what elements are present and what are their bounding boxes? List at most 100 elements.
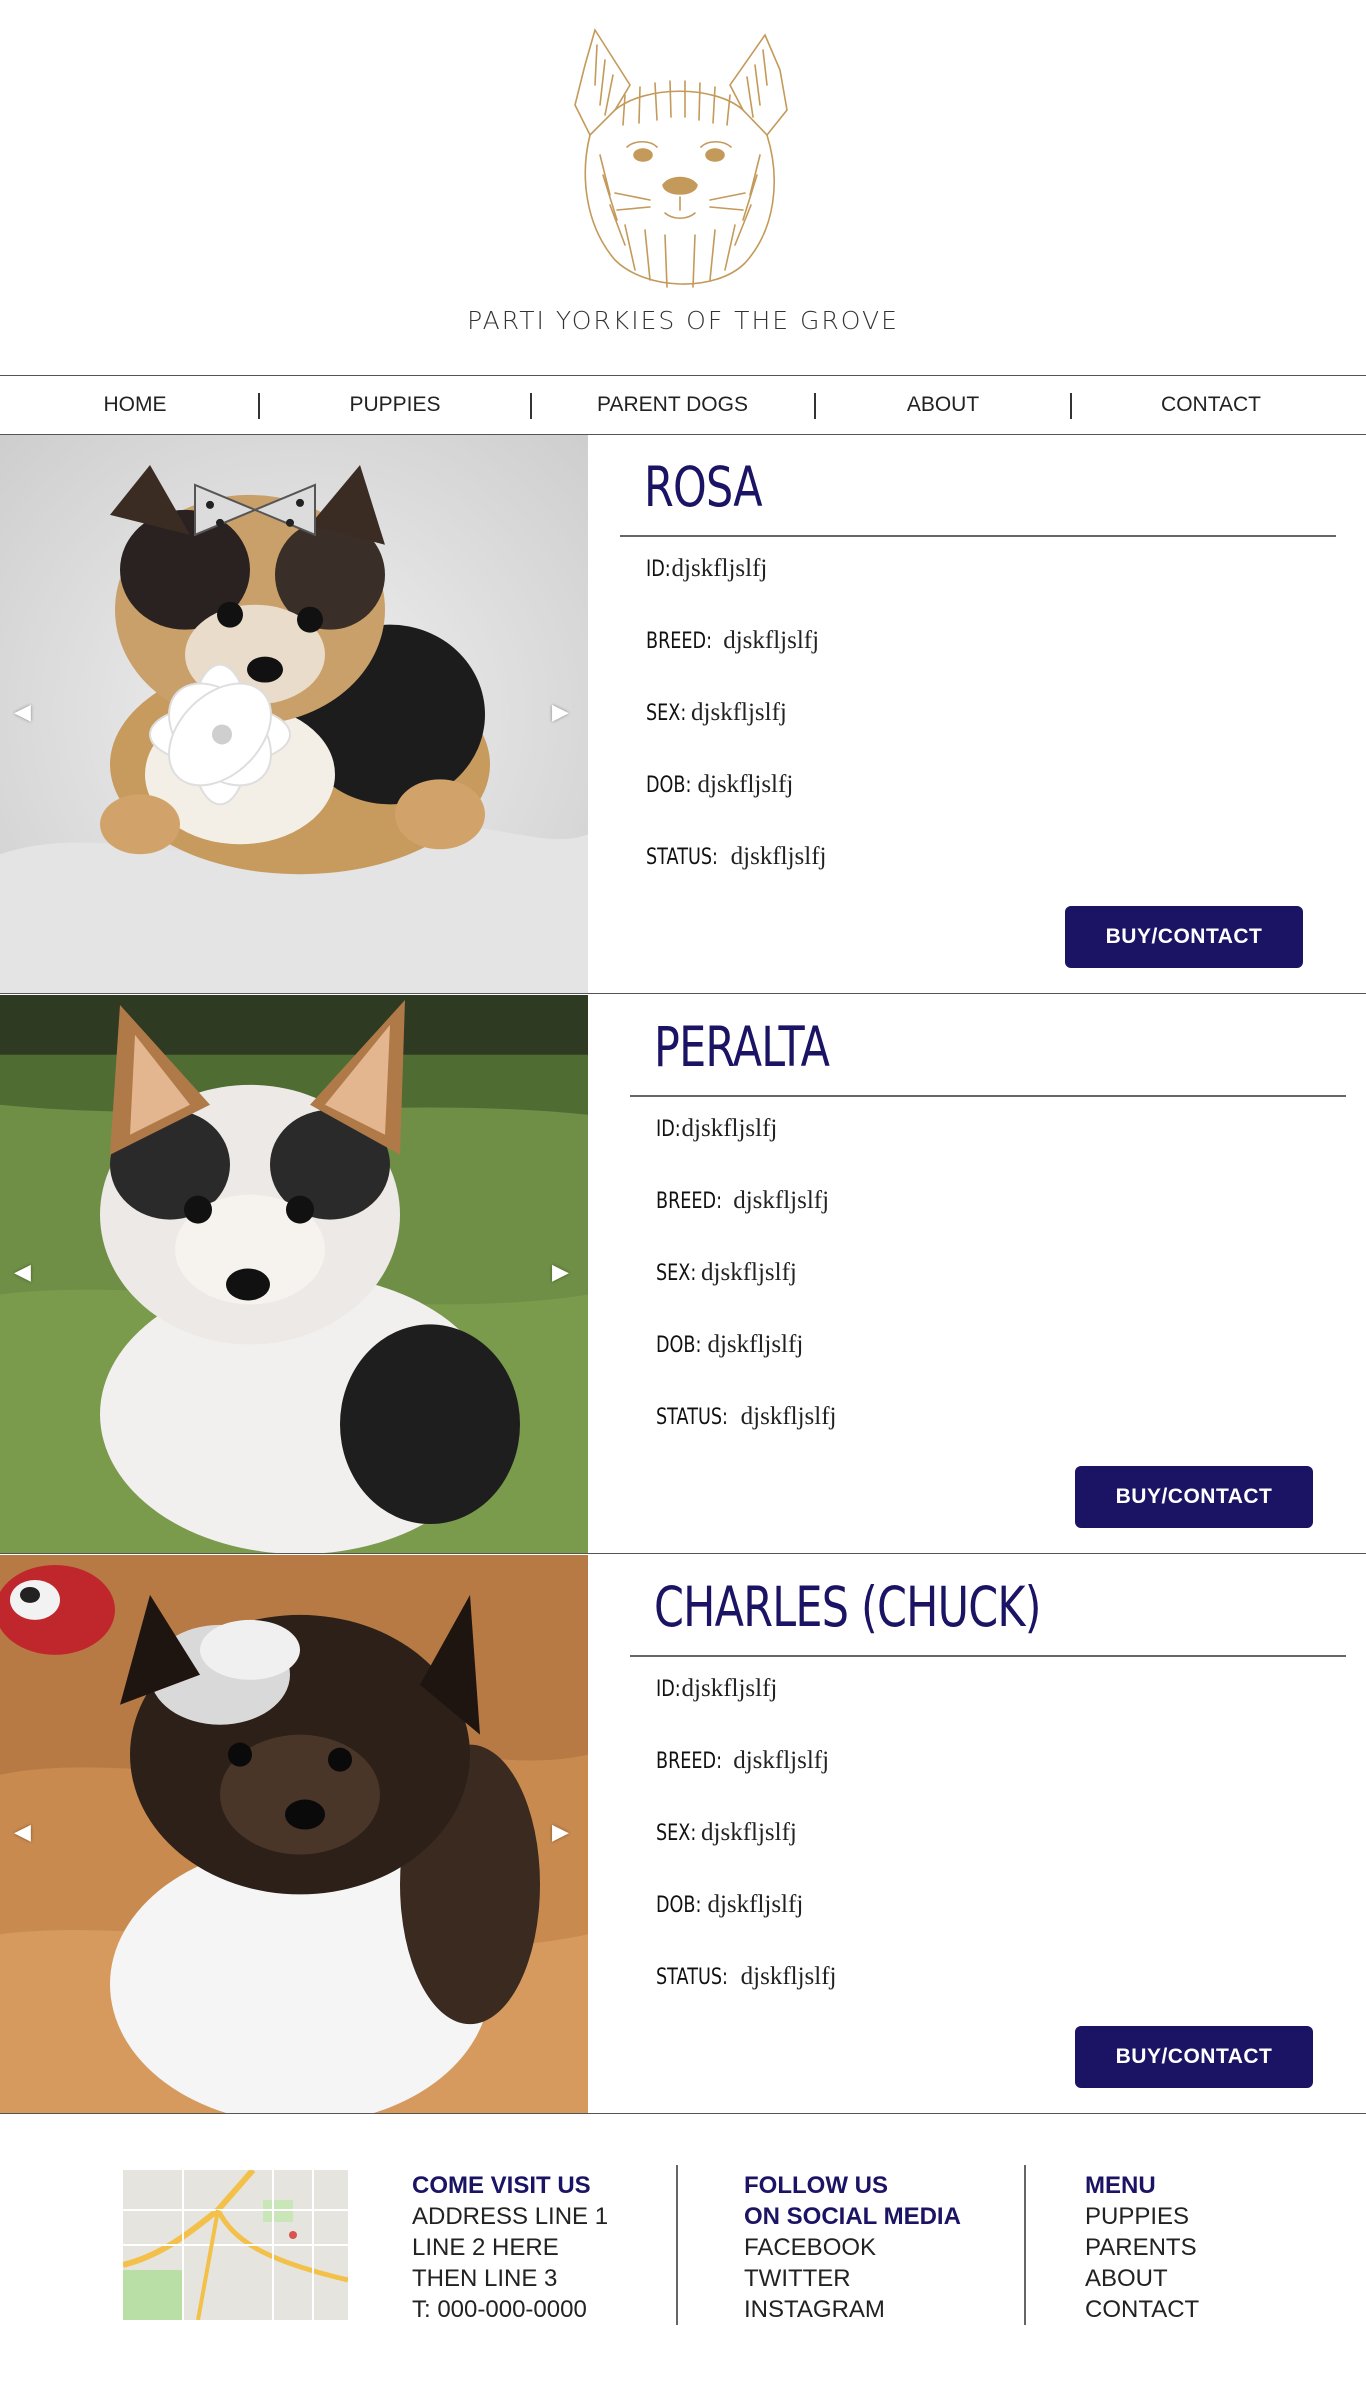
buy-contact-button[interactable]: BUY/CONTACT [1065,906,1303,968]
field-label: ID: [656,1117,681,1142]
field-value: djskfljslfj [730,843,827,870]
field-value: djskfljslfj [681,1675,778,1702]
name-divider [630,1655,1346,1657]
puppy-info: CHARLES (CHUCK) ID: djskfljslfj BREED: d… [630,1555,1350,2113]
site-header: PARTI YORKIES OF THE GROVE [0,0,1366,375]
field-status: STATUS: djskfljslfj [656,1403,836,1431]
buy-contact-button[interactable]: BUY/CONTACT [1075,1466,1313,1528]
puppy-card: ◀ ▶ CHARLES (CHUCK) ID: djskfljslfj BREE… [0,1555,1366,2114]
footer-link-parents[interactable]: PARENTS [1085,2232,1199,2263]
nav-separator [1070,393,1072,419]
puppy-photo[interactable]: ◀ ▶ [0,1555,588,2113]
field-value: djskfljslfj [697,771,794,798]
puppy-name: PERALTA [654,1015,830,1079]
footer-link-puppies[interactable]: PUPPIES [1085,2201,1199,2232]
buy-contact-button[interactable]: BUY/CONTACT [1075,2026,1313,2088]
site-footer: COME VISIT US ADDRESS LINE 1 LINE 2 HERE… [0,2120,1366,2383]
puppy-card: ◀ ▶ PERALTA ID: djskfljslfj BREED: djskf… [0,995,1366,1554]
field-value: djskfljslfj [681,1115,778,1142]
field-dob: DOB: djskfljslfj [656,1331,803,1359]
field-value: djskfljslfj [733,1187,830,1214]
address-line: ADDRESS LINE 1 [412,2203,609,2230]
field-value: djskfljslfj [701,1819,797,1846]
footer-menu: MENU PUPPIES PARENTS ABOUT CONTACT [1085,2170,1199,2325]
carousel-prev-icon[interactable]: ◀ [14,1260,31,1285]
yorkie-logo-icon[interactable] [555,25,805,295]
name-divider [620,535,1336,537]
field-label: DOB: [656,1333,702,1358]
field-dob: DOB: djskfljslfj [656,1891,803,1919]
nav-separator [258,393,260,419]
field-label: BREED: [656,1189,723,1214]
puppy-photo[interactable]: ◀ ▶ [0,435,588,993]
footer-social-heading: ON SOCIAL MEDIA [744,2203,961,2230]
nav-item-parent-dogs[interactable]: PARENT DOGS [580,376,765,434]
field-status: STATUS: djskfljslfj [646,843,826,871]
field-label: ID: [656,1677,681,1702]
field-label: BREED: [656,1749,723,1774]
field-label: ID: [646,557,671,582]
footer-divider [676,2165,678,2325]
field-label: BREED: [646,629,713,654]
field-breed: BREED: djskfljslfj [646,627,819,655]
main-nav: HOME PUPPIES PARENT DOGS ABOUT CONTACT [0,375,1366,435]
footer-social: FOLLOW US ON SOCIAL MEDIA FACEBOOK TWITT… [744,2170,961,2325]
nav-separator [814,393,816,419]
carousel-prev-icon[interactable]: ◀ [14,1820,31,1845]
nav-item-puppies[interactable]: PUPPIES [320,376,470,434]
footer-link-contact[interactable]: CONTACT [1085,2294,1199,2325]
site-title: PARTI YORKIES OF THE GROVE [467,306,899,335]
field-value: djskfljslfj [740,1403,837,1430]
field-label: SEX: [646,701,687,726]
nav-item-contact[interactable]: CONTACT [1136,376,1286,434]
address-line: LINE 2 HERE [412,2234,559,2261]
field-status: STATUS: djskfljslfj [656,1963,836,1991]
field-value: djskfljslfj [740,1963,837,1990]
footer-visit: COME VISIT US ADDRESS LINE 1 LINE 2 HERE… [412,2170,608,2325]
field-breed: BREED: djskfljslfj [656,1747,829,1775]
nav-item-about[interactable]: ABOUT [868,376,1018,434]
field-label: DOB: [656,1893,702,1918]
twitter-link[interactable]: TWITTER [744,2263,961,2294]
instagram-link[interactable]: INSTAGRAM [744,2294,961,2325]
footer-link-about[interactable]: ABOUT [1085,2263,1199,2294]
field-id: ID: djskfljslfj [646,555,767,583]
carousel-prev-icon[interactable]: ◀ [14,700,31,725]
puppy-info: PERALTA ID: djskfljslfj BREED: djskfljsl… [630,995,1350,1553]
location-map[interactable] [123,2170,348,2320]
field-breed: BREED: djskfljslfj [656,1187,829,1215]
name-divider [630,1095,1346,1097]
footer-social-heading: FOLLOW US [744,2172,888,2199]
field-label: STATUS: [646,845,718,870]
field-id: ID: djskfljslfj [656,1115,777,1143]
carousel-next-icon[interactable]: ▶ [552,700,569,725]
field-value: djskfljslfj [701,1259,797,1286]
field-dob: DOB: djskfljslfj [646,771,793,799]
puppy-info: ROSA ID: djskfljslfj BREED: djskfljslfj … [620,435,1340,993]
field-label: SEX: [656,1261,697,1286]
footer-menu-heading: MENU [1085,2172,1156,2199]
field-id: ID: djskfljslfj [656,1675,777,1703]
field-sex: SEX: djskfljslfj [656,1819,797,1847]
field-label: SEX: [656,1821,697,1846]
field-value: djskfljslfj [707,1331,804,1358]
field-label: STATUS: [656,1405,728,1430]
puppy-name: ROSA [644,455,763,519]
address-line: THEN LINE 3 [412,2265,558,2292]
field-value: djskfljslfj [707,1891,804,1918]
puppy-card: ◀ ▶ ROSA ID: djskfljslfj BREED: djskfljs… [0,435,1366,994]
nav-item-home[interactable]: HOME [60,376,210,434]
footer-divider [1024,2165,1026,2325]
carousel-next-icon[interactable]: ▶ [552,1820,569,1845]
field-value: djskfljslfj [733,1747,830,1774]
puppy-photo[interactable]: ◀ ▶ [0,995,588,1553]
field-value: djskfljslfj [671,555,768,582]
carousel-next-icon[interactable]: ▶ [552,1260,569,1285]
field-value: djskfljslfj [691,699,787,726]
facebook-link[interactable]: FACEBOOK [744,2232,961,2263]
field-label: STATUS: [656,1965,728,1990]
field-value: djskfljslfj [723,627,820,654]
field-sex: SEX: djskfljslfj [646,699,787,727]
nav-separator [530,393,532,419]
footer-visit-heading: COME VISIT US [412,2172,591,2199]
